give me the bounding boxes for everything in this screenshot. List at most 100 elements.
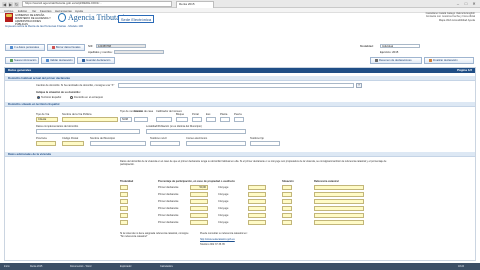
cambio-domicilio-help-button[interactable]: ? — [356, 83, 362, 88]
referencia-field[interactable] — [314, 220, 364, 225]
sede-electronica-button[interactable]: Sede Electrónica — [118, 15, 154, 23]
task-calculadora[interactable]: Calculadora — [160, 265, 173, 268]
bloque-label: Bloque — [176, 113, 185, 116]
referencia-field[interactable] — [314, 192, 364, 197]
conyuge-label: Cónyuge — [218, 199, 229, 203]
tipo-num-field[interactable]: NUM — [120, 117, 132, 122]
finalizar-label: Finalizar declaración — [433, 59, 458, 62]
extranjero-radio[interactable] — [70, 95, 73, 99]
menu-edicion[interactable]: Edición — [18, 9, 27, 13]
porcentaje-label: Porcentaje de participación, en caso de … — [158, 180, 235, 183]
task-word[interactable]: Documento1 - Word — [70, 265, 91, 268]
titularidad-field[interactable] — [120, 206, 128, 211]
territorio-espanol-radio[interactable] — [37, 95, 40, 99]
situacion-field[interactable] — [282, 192, 292, 197]
situacion-field[interactable] — [282, 199, 292, 204]
validar-button[interactable]: Validar declaración — [41, 57, 75, 64]
borrar-label: Borrar datos fiscales — [56, 46, 81, 49]
porcentaje-conyuge-field[interactable] — [248, 185, 266, 190]
porcentaje-conyuge-field[interactable] — [248, 199, 266, 204]
subsection-domicilio-espanol: Domicilio situado en territorio Español — [5, 102, 475, 107]
situacion-field[interactable] — [282, 185, 292, 190]
telefono-field[interactable] — [150, 141, 180, 146]
link-accesibilidad[interactable]: Accesibilidad — [452, 19, 467, 22]
refresh-button[interactable]: ↻ — [14, 1, 19, 7]
esc-field[interactable] — [206, 117, 216, 122]
conyuge-label: Cónyuge — [218, 220, 229, 224]
borrar-datos-button[interactable]: Borrar datos fiscales — [47, 44, 85, 51]
porcentaje-conyuge-field[interactable] — [248, 192, 266, 197]
forward-button[interactable]: ▶ — [8, 1, 13, 7]
situacion-field[interactable] — [282, 220, 292, 225]
start-button[interactable]: Inicio — [4, 265, 10, 268]
plus-icon — [10, 58, 13, 62]
vivienda-row: Primer declarante 50,00 Cónyuge — [120, 185, 400, 191]
planta-field[interactable] — [220, 117, 230, 122]
portal-field[interactable] — [192, 117, 202, 122]
back-button[interactable]: ◀ — [2, 1, 7, 7]
titularidad-field[interactable] — [120, 192, 128, 197]
porcentaje-primer-field[interactable] — [190, 199, 208, 204]
maximize-button[interactable]: □ — [462, 0, 470, 7]
browser-tab[interactable]: Renta 2015 — [176, 1, 214, 8]
provincia-field[interactable] — [36, 141, 56, 146]
porcentaje-primer-field[interactable]: 50,00 — [190, 185, 208, 190]
nombre-via-field[interactable] — [62, 117, 118, 122]
vivienda-table: Primer declarante 50,00 Cónyuge Primer decl… — [120, 185, 400, 227]
finish-icon — [429, 58, 432, 62]
breadcrumb[interactable]: Impuesto sobre la Renta de las Personas … — [5, 24, 83, 28]
menu-ver[interactable]: Ver — [32, 9, 36, 13]
resumen-button[interactable]: Resumen de declaraciones — [370, 57, 422, 64]
guardar-button[interactable]: Guardar declaración — [77, 57, 115, 64]
tipo-via-field[interactable]: CALLE — [36, 117, 58, 122]
porcentaje-primer-field[interactable] — [190, 213, 208, 218]
localidad-field[interactable] — [146, 129, 246, 134]
titularidad-field[interactable] — [120, 220, 128, 225]
close-button[interactable]: ✕ — [470, 0, 478, 7]
situacion-field[interactable] — [282, 206, 292, 211]
nombre-via-label: Nombre de la Vía Pública — [62, 113, 92, 116]
menu-favoritos[interactable]: Favoritos — [40, 9, 52, 13]
catastro-link[interactable]: http://www.sedecatastro.gob.es — [200, 238, 235, 241]
referencia-field[interactable] — [314, 213, 364, 218]
vivienda-row: Primer declarante Cónyuge — [120, 199, 400, 205]
porcentaje-primer-field[interactable] — [190, 206, 208, 211]
situacion-field[interactable] — [282, 213, 292, 218]
titularidad-field[interactable] — [120, 185, 128, 190]
calif-field[interactable] — [156, 117, 172, 122]
situacion-col-label: Situación — [282, 180, 294, 183]
resumen-label: Resumen de declaraciones — [379, 59, 412, 62]
porcentaje-primer-field[interactable] — [190, 220, 208, 225]
modalidad-label: Modalidad: — [360, 44, 374, 48]
nueva-informacion-button[interactable]: Nueva información — [5, 57, 39, 64]
crown-icon — [6, 13, 12, 17]
cp-field[interactable] — [62, 141, 84, 146]
num-casa-field[interactable] — [134, 117, 148, 122]
titularidad-field[interactable] — [120, 213, 128, 218]
puerta-field[interactable] — [234, 117, 244, 122]
porcentaje-conyuge-field[interactable] — [248, 213, 266, 218]
modalidad-select[interactable]: Individual — [380, 43, 420, 49]
datos-personales-button[interactable]: Ir a datos personales — [5, 44, 45, 51]
tel-fijo-label: Teléfono fijo — [250, 137, 264, 140]
referencia-field[interactable] — [314, 185, 364, 190]
finalizar-button[interactable]: Finalizar declaración — [424, 57, 474, 64]
link-mapa-web[interactable]: Mapa Web — [439, 19, 452, 22]
address-bar[interactable]: https://www2.agenciatributaria.gob.es/wl… — [22, 1, 172, 7]
referencia-field[interactable] — [314, 206, 364, 211]
minimize-button[interactable]: – — [454, 0, 462, 7]
complemento-field[interactable] — [36, 129, 140, 134]
titularidad-field[interactable] — [120, 199, 128, 204]
porcentaje-primer-field[interactable] — [190, 192, 208, 197]
municipio-field[interactable] — [90, 141, 146, 146]
referencia-field[interactable] — [314, 199, 364, 204]
bloque-field[interactable] — [176, 117, 188, 122]
task-renta[interactable]: Renta 2015 — [30, 265, 42, 268]
tel-fijo-field[interactable] — [250, 141, 280, 146]
porcentaje-conyuge-field[interactable] — [248, 220, 266, 225]
porcentaje-conyuge-field[interactable] — [248, 206, 266, 211]
task-explorer[interactable]: Explorador — [120, 265, 132, 268]
link-ayuda[interactable]: Ayuda — [468, 19, 475, 22]
cambio-domicilio-field[interactable] — [118, 83, 354, 88]
email-field[interactable] — [186, 141, 246, 146]
